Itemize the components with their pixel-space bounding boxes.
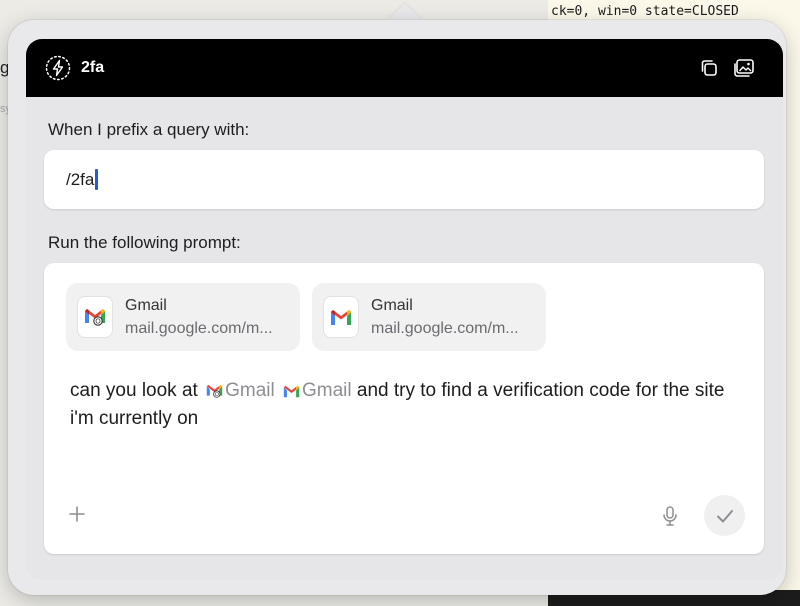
prompt-editor[interactable]: O Gmail mail.google.com/m... Gmail mail.… — [44, 263, 764, 554]
plus-icon[interactable] — [66, 503, 88, 525]
bolt-icon[interactable] — [45, 55, 71, 81]
mention-gmail-1[interactable]: O Gmail — [203, 380, 275, 401]
attachment-url: mail.google.com/m... — [125, 320, 273, 337]
screenshot-icon[interactable] — [733, 58, 755, 78]
copy-icon[interactable] — [699, 58, 719, 78]
attachment-title: Gmail — [371, 297, 413, 314]
background-terminal-text: ck=0, win=0 state=CLOSED — [551, 4, 739, 19]
gmail-profile-icon: O — [77, 296, 113, 338]
svg-text:O: O — [215, 392, 219, 398]
mention-label: Gmail — [302, 380, 352, 401]
microphone-icon[interactable] — [660, 505, 680, 527]
gmail-icon — [323, 296, 359, 338]
submit-button[interactable] — [704, 495, 745, 536]
attachment-chip-gmail-1[interactable]: O Gmail mail.google.com/m... — [66, 283, 300, 351]
prompt-text: can you look at O Gmail Gmail and try to… — [70, 377, 740, 433]
mention-gmail-2[interactable]: Gmail — [280, 380, 352, 401]
gmail-mention-icon — [283, 385, 300, 398]
text-caret — [95, 169, 99, 190]
prefix-input-value: /2fa — [66, 169, 99, 190]
title-bar: 2fa — [26, 39, 783, 97]
attachment-chip-gmail-2[interactable]: Gmail mail.google.com/m... — [312, 283, 546, 351]
svg-text:O: O — [95, 318, 101, 326]
attachment-url: mail.google.com/m... — [371, 320, 519, 337]
shortcut-editor-card: 2fa When I prefix a query with: /2fa Run… — [26, 39, 783, 580]
attachment-title: Gmail — [125, 297, 167, 314]
prompt-text-before: can you look at — [70, 380, 198, 401]
prompt-label: Run the following prompt: — [48, 233, 241, 252]
shortcut-title: 2fa — [81, 59, 105, 76]
gmail-profile-mention-icon: O — [206, 384, 223, 398]
prefix-label: When I prefix a query with: — [48, 120, 250, 139]
prefix-value-text: /2fa — [66, 169, 95, 189]
checkmark-icon — [716, 509, 733, 522]
prefix-input[interactable]: /2fa — [44, 150, 764, 209]
mention-label: Gmail — [225, 380, 275, 401]
